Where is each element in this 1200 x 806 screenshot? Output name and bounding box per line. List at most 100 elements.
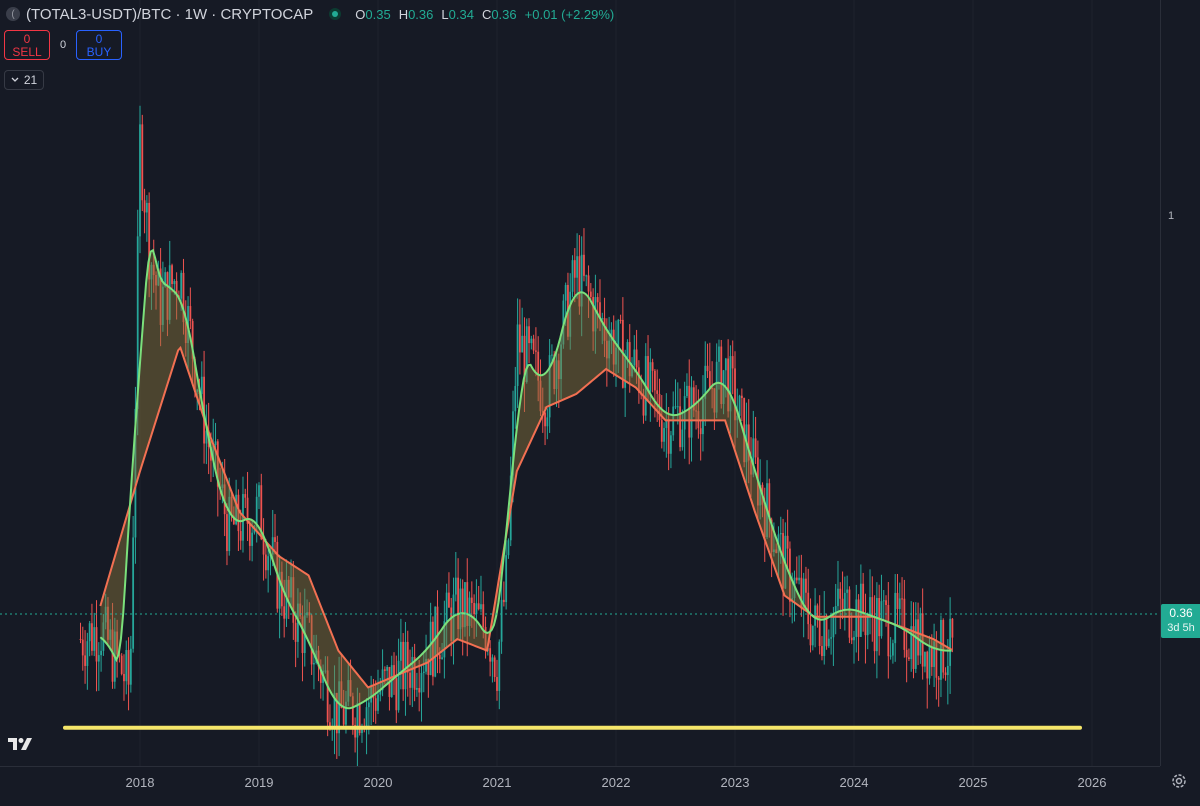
candle-body xyxy=(676,406,679,408)
candle-body xyxy=(894,592,897,644)
candle-body xyxy=(670,435,672,454)
candle-body xyxy=(937,677,940,680)
time-axis[interactable]: 2018 2019 2020 2021 2022 2023 2024 2025 2026 xyxy=(0,766,1160,801)
candle-body xyxy=(498,641,501,691)
market-status-icon[interactable] xyxy=(329,8,342,20)
candle-body xyxy=(896,592,899,609)
candle-body xyxy=(564,285,567,301)
candle-body xyxy=(120,655,123,674)
time-label-2019: 2019 xyxy=(245,775,274,790)
candle-body xyxy=(141,124,144,201)
candle-body xyxy=(244,494,247,498)
candle-body xyxy=(493,657,496,677)
buy-button[interactable]: 0 BUY xyxy=(76,30,122,60)
ohlc-values: O0.35 H0.36 L0.34 C0.36 +0.01 (+2.29%) xyxy=(355,7,614,22)
candle-body xyxy=(100,650,102,656)
candle-body xyxy=(477,603,480,610)
candle-body xyxy=(786,535,789,549)
candle-body xyxy=(470,597,473,603)
candle-body xyxy=(738,395,741,416)
candle-body xyxy=(571,260,574,292)
candle-body xyxy=(214,441,217,446)
candle-body xyxy=(859,583,862,637)
chart-canvas[interactable] xyxy=(0,0,1200,800)
time-label-2023: 2023 xyxy=(721,775,750,790)
candle-body xyxy=(924,651,926,667)
candle-body xyxy=(248,523,251,546)
candle-body xyxy=(731,356,734,369)
candle-body xyxy=(454,577,457,595)
candle-body xyxy=(686,385,688,397)
candle-body xyxy=(475,603,478,615)
candle-body xyxy=(438,654,441,659)
candle-body xyxy=(143,200,146,213)
candle-body xyxy=(807,592,810,625)
candle-body xyxy=(617,319,620,348)
chart-header: ( (TOTAL3-USDT)/BTC · 1W · CRYPTOCAP O0.… xyxy=(6,4,614,24)
candle-body xyxy=(647,356,649,392)
candle-body xyxy=(88,623,91,642)
candle-body xyxy=(180,272,183,299)
buy-label: BUY xyxy=(86,45,112,59)
candle-body xyxy=(914,619,917,669)
candle-body xyxy=(171,265,173,285)
spread-value: 0 xyxy=(59,39,67,51)
candle-body xyxy=(926,651,929,679)
candle-body xyxy=(656,390,659,394)
candle-body xyxy=(125,650,128,682)
candle-body xyxy=(635,349,638,368)
candle-body xyxy=(718,346,720,362)
candle-body xyxy=(132,537,135,649)
sell-label: SELL xyxy=(12,45,42,59)
candle-body xyxy=(857,599,860,637)
candle-body xyxy=(255,496,258,526)
candle-body xyxy=(660,420,663,442)
candle-body xyxy=(898,598,901,609)
symbol-title[interactable]: (TOTAL3-USDT)/BTC · 1W · CRYPTOCAP xyxy=(26,6,313,23)
candle-body xyxy=(93,627,96,651)
ohlc-close: C0.36 xyxy=(481,6,517,22)
candle-body xyxy=(809,624,812,646)
sell-button[interactable]: 0 SELL xyxy=(4,30,50,60)
indicator-toggle[interactable]: 21 xyxy=(4,70,44,90)
candle-body xyxy=(129,648,132,685)
time-label-2021: 2021 xyxy=(483,775,512,790)
candle-body xyxy=(633,349,636,366)
candle-body xyxy=(818,619,821,647)
candle-body xyxy=(651,362,654,371)
time-label-2025: 2025 xyxy=(959,775,988,790)
candle-body xyxy=(930,646,933,667)
candle-body xyxy=(587,275,590,292)
candle-body xyxy=(399,641,402,661)
bar-countdown: 3d 5h xyxy=(1167,622,1195,634)
candle-body xyxy=(283,606,286,619)
candle-body xyxy=(420,672,423,693)
symbol-logo-icon[interactable]: ( xyxy=(6,7,20,21)
tradingview-logo-icon[interactable] xyxy=(8,737,38,751)
candle-body xyxy=(267,556,270,571)
candle-body xyxy=(367,702,370,708)
candle-body xyxy=(489,648,492,662)
candle-body xyxy=(395,678,398,711)
trade-buttons: 0 SELL 0 0 BUY xyxy=(4,30,122,60)
candle-body xyxy=(441,657,443,659)
price-axis[interactable]: 0.36 3d 5h xyxy=(1160,0,1200,766)
candle-body xyxy=(127,650,130,685)
candle-body xyxy=(356,703,359,738)
candle-body xyxy=(274,537,276,542)
candle-body xyxy=(496,676,498,691)
candle-body xyxy=(544,412,546,427)
candle-body xyxy=(416,687,418,690)
candle-body xyxy=(779,533,782,535)
candle-body xyxy=(262,539,265,555)
time-label-2024: 2024 xyxy=(840,775,869,790)
candle-body xyxy=(869,597,871,616)
candle-body xyxy=(226,514,228,552)
candle-body xyxy=(532,338,535,351)
settings-gear-icon[interactable] xyxy=(1170,772,1188,790)
candle-body xyxy=(908,657,910,660)
candle-body xyxy=(530,338,533,344)
candle-body xyxy=(95,627,98,662)
candle-body xyxy=(189,306,192,322)
candle-body xyxy=(97,655,100,662)
